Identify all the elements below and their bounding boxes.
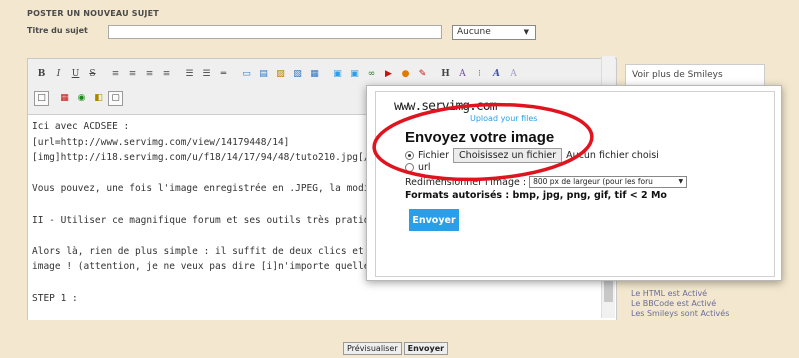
submit-button[interactable]: Envoyer xyxy=(403,342,449,355)
smileys-select[interactable]: Voir plus de Smileys xyxy=(632,70,752,84)
subject-input[interactable] xyxy=(108,25,442,39)
italic-button[interactable]: I xyxy=(51,67,66,82)
clipboard-icon[interactable]: ◉ xyxy=(74,91,89,106)
page-title: POSTER UN NOUVEAU SUJET xyxy=(27,9,159,18)
font-size-icon[interactable]: A xyxy=(455,67,470,82)
image-icon[interactable]: ▣ xyxy=(347,67,362,82)
flash-icon[interactable]: ● xyxy=(398,67,413,82)
font-icon[interactable]: A xyxy=(506,67,521,82)
formats-text: Formats autorisés : bmp, jpg, png, gif, … xyxy=(405,190,667,201)
status-bbcode: Le BBCode est Activé xyxy=(631,299,717,308)
strike-button[interactable]: S xyxy=(85,67,100,82)
fullscreen-icon[interactable]: □ xyxy=(34,90,49,106)
status-smileys: Les Smileys sont Activés xyxy=(631,309,730,318)
icon-select[interactable]: Aucune ▼ xyxy=(452,25,536,40)
subject-label: Titre du sujet xyxy=(27,26,88,35)
bottom-buttons: Prévisualiser Envoyer xyxy=(343,342,449,355)
chevron-down-icon: ▼ xyxy=(523,28,529,36)
upload-send-button[interactable]: Envoyer xyxy=(409,209,459,231)
toolbar-row-1: B I U S ≡ ≡ ≡ ≡ ☰ ☰ ═ ▭ ▤ ▨ ▧ ▦ ▣ ▣ ∞ ▶ … xyxy=(28,62,616,86)
textarea-line xyxy=(32,306,612,320)
chevron-down-icon: ▼ xyxy=(678,178,684,185)
youtube-icon[interactable]: ▶ xyxy=(381,67,396,82)
bold-button[interactable]: B xyxy=(34,67,49,82)
status-html: Le HTML est Activé xyxy=(631,289,708,298)
font-color-button[interactable]: A xyxy=(489,67,504,82)
list-number-icon[interactable]: ☰ xyxy=(199,67,214,82)
image-host-icon[interactable]: ▣ xyxy=(330,67,345,82)
quote-icon[interactable]: ▭ xyxy=(239,67,254,82)
highlight-icon[interactable]: ⁝ xyxy=(472,67,487,82)
justify-icon[interactable]: ≡ xyxy=(159,67,174,82)
link-icon[interactable]: ∞ xyxy=(364,67,379,82)
table-icon[interactable]: ▦ xyxy=(307,67,322,82)
pdf-icon[interactable]: ✎ xyxy=(415,67,430,82)
textarea-line: STEP 1 : xyxy=(32,292,78,304)
document-icon[interactable]: ▢ xyxy=(108,90,123,106)
align-center-icon[interactable]: ≡ xyxy=(125,67,140,82)
align-right-icon[interactable]: ≡ xyxy=(142,67,157,82)
hide-icon[interactable]: ▧ xyxy=(290,67,305,82)
align-left-icon[interactable]: ≡ xyxy=(108,67,123,82)
red-highlight-ellipse xyxy=(372,102,594,182)
heading-button[interactable]: H xyxy=(438,67,453,82)
list-bullet-icon[interactable]: ☰ xyxy=(182,67,197,82)
color-picker-icon[interactable]: ▦ xyxy=(57,91,72,106)
hr-icon[interactable]: ═ xyxy=(216,67,231,82)
icon-select-value: Aucune xyxy=(457,27,491,37)
underline-button[interactable]: U xyxy=(68,67,83,82)
spoiler-icon[interactable]: ▨ xyxy=(273,67,288,82)
paste-icon[interactable]: ◧ xyxy=(91,91,106,106)
code-icon[interactable]: ▤ xyxy=(256,67,271,82)
preview-button[interactable]: Prévisualiser xyxy=(343,342,402,355)
